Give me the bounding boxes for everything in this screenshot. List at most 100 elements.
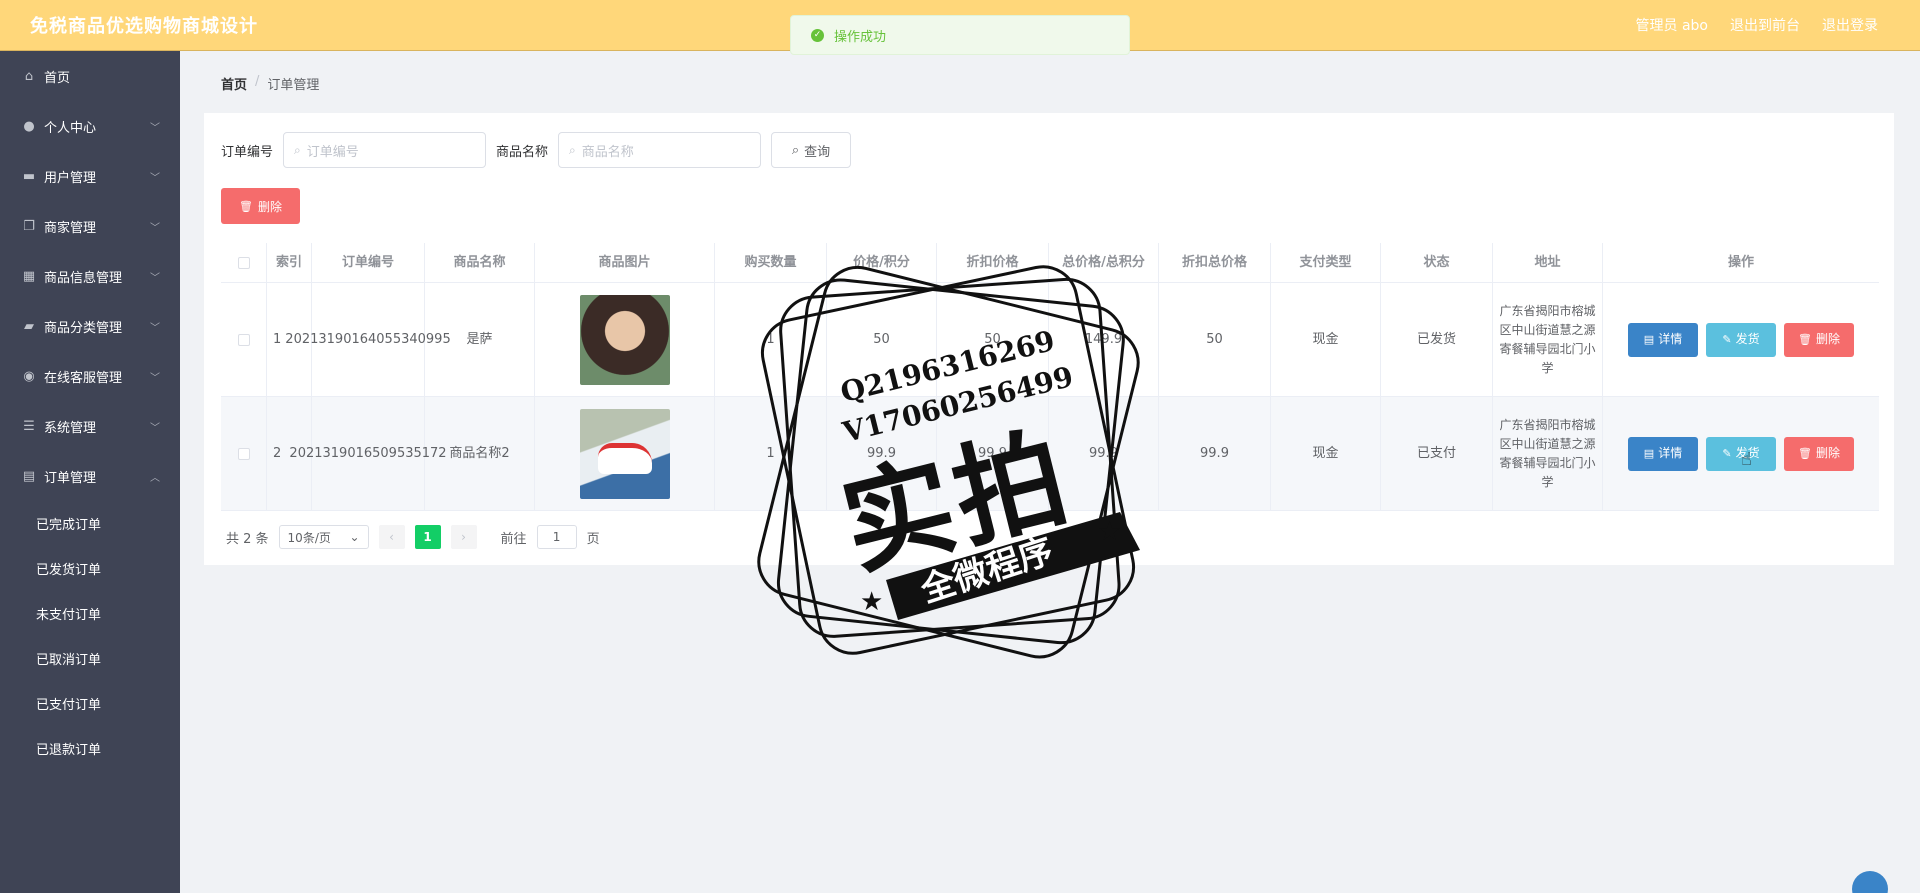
trash-icon: 🗑	[1798, 447, 1812, 460]
header-select-all[interactable]	[221, 243, 267, 282]
sidebar-item-home[interactable]: ⌂ 首页	[0, 51, 180, 101]
cell-goods-image	[535, 397, 715, 510]
logout-link[interactable]: 退出登录	[1822, 15, 1878, 35]
goto-suffix: 页	[586, 531, 600, 547]
sidebar-subitem-refunded-orders[interactable]: 已退款订单	[0, 726, 180, 771]
delete-button-label: 删除	[1815, 446, 1840, 460]
page-size-select[interactable]: 10条/页 ⌄	[278, 525, 369, 549]
sidebar-item-label: 首页	[44, 70, 71, 86]
goods-thumbnail	[579, 408, 670, 499]
sidebar-item-customer-service[interactable]: ◉ 在线客服管理 ﹀	[0, 351, 180, 401]
table-row: 2 2021319016509535172 商品名称2 1 99.9 99.9 …	[221, 397, 1879, 511]
row-select[interactable]	[221, 283, 267, 396]
sidebar-item-label: 在线客服管理	[44, 370, 123, 386]
breadcrumb-home[interactable]: 首页	[221, 74, 247, 93]
chevron-down-icon: ⌄	[349, 530, 360, 544]
pagination-total: 共 2 条	[226, 531, 269, 547]
main-panel: 订单编号 ⌕ 订单编号 商品名称 ⌕ 商品名称 ⌕ 查询 🗑 删除 索引 订单编…	[204, 113, 1894, 565]
column-header: 购买数量	[715, 243, 827, 282]
row-select[interactable]	[221, 397, 267, 510]
sidebar-item-orders[interactable]: ▤ 订单管理 ︿	[0, 451, 180, 501]
goods-name-placeholder: 商品名称	[581, 144, 634, 160]
orders-table: 索引 订单编号 商品名称 商品图片 购买数量 价格/积分 折扣价格 总价格/总积…	[221, 243, 1879, 511]
ship-button[interactable]: ✎ 发货	[1706, 322, 1776, 357]
sidebar-item-label: 用户管理	[44, 170, 97, 186]
location-icon: ◉	[23, 368, 35, 384]
chevron-down-icon: ﹀	[150, 222, 160, 234]
row-checkbox[interactable]	[237, 333, 250, 346]
briefcase-icon: ▬	[22, 168, 36, 184]
column-header: 索引	[267, 243, 312, 282]
sidebar-item-goods-info[interactable]: ▦ 商品信息管理 ﹀	[0, 251, 180, 301]
cell-pay-type: 现金	[1271, 283, 1381, 396]
column-header: 操作	[1727, 255, 1754, 270]
column-header: 订单编号	[312, 243, 425, 282]
detail-button-label: 详情	[1658, 446, 1683, 460]
order-no-placeholder: 订单编号	[306, 144, 359, 160]
pagination: 共 2 条 10条/页 ⌄ ‹ 1 › 前往 1 页	[226, 525, 600, 549]
sidebar-subitem-cancelled-orders[interactable]: 已取消订单	[0, 636, 180, 681]
detail-button[interactable]: ▤ 详情	[1628, 322, 1698, 357]
back-to-front-link[interactable]: 退出到前台	[1730, 15, 1800, 35]
page-number-active[interactable]: 1	[414, 525, 441, 549]
sidebar-subitem-shipped-orders[interactable]: 已发货订单	[0, 546, 180, 591]
ship-button-label: 发货	[1735, 332, 1760, 346]
edit-icon: ✎	[1722, 447, 1732, 460]
sidebar-subitem-completed-orders[interactable]: 已完成订单	[0, 501, 180, 546]
search-icon: ⌕	[791, 142, 800, 158]
delete-button[interactable]: 🗑 删除	[1784, 322, 1854, 357]
batch-delete-button[interactable]: 🗑 删除	[221, 188, 300, 224]
goto-page-input[interactable]: 1	[536, 525, 577, 549]
trash-icon: 🗑	[1798, 333, 1812, 346]
column-header: 地址	[1493, 243, 1603, 282]
cell-actions: ▤ 详情 ✎ 发货 🗑 删除	[1603, 283, 1879, 396]
check-circle-icon: ✓	[811, 28, 824, 42]
user-icon: ●	[23, 118, 35, 134]
cell-goods-name: 商品名称2	[425, 397, 535, 510]
column-header: 商品名称	[425, 243, 535, 282]
chevron-down-icon: ﹀	[150, 122, 160, 134]
sidebar-item-system[interactable]: ☰ 系统管理 ﹀	[0, 401, 180, 451]
grid-icon: ▦	[22, 268, 36, 284]
select-all-checkbox[interactable]	[237, 256, 250, 269]
success-toast: ✓ 操作成功	[790, 15, 1130, 55]
delete-button-label: 删除	[1815, 332, 1840, 346]
prev-page-button[interactable]: ‹	[378, 525, 405, 549]
edit-icon: ✎	[1722, 333, 1732, 346]
detail-button[interactable]: ▤ 详情	[1628, 436, 1698, 471]
floating-action-button[interactable]	[1852, 871, 1888, 893]
cell-goods-image	[535, 283, 715, 396]
goto-prefix: 前往	[500, 531, 527, 547]
clipboard-icon: ▤	[22, 468, 36, 484]
chevron-down-icon: ﹀	[150, 272, 160, 284]
sidebar-subitem-unpaid-orders[interactable]: 未支付订单	[0, 591, 180, 636]
delete-button[interactable]: 🗑 删除	[1784, 436, 1854, 471]
batch-delete-label: 删除	[257, 199, 282, 214]
sidebar-item-label: 订单管理	[44, 470, 97, 486]
cell-address: 广东省揭阳市榕城区中山街道慧之源寄餐辅导园北门小学	[1493, 397, 1603, 510]
page-size-value: 10条/页	[287, 530, 331, 545]
cell-discount-price: 99.9	[937, 397, 1049, 510]
row-checkbox[interactable]	[237, 447, 250, 460]
toast-message: 操作成功	[834, 29, 887, 45]
sidebar-item-goods-category[interactable]: ▰ 商品分类管理 ﹀	[0, 301, 180, 351]
sidebar-item-profile[interactable]: ● 个人中心 ﹀	[0, 101, 180, 151]
sidebar-item-users[interactable]: ▬ 用户管理 ﹀	[0, 151, 180, 201]
cell-address: 广东省揭阳市榕城区中山街道慧之源寄餐辅导园北门小学	[1493, 283, 1603, 396]
sidebar-subitem-paid-orders[interactable]: 已支付订单	[0, 681, 180, 726]
breadcrumb-separator: /	[255, 74, 260, 89]
column-header: 价格/积分	[827, 243, 937, 282]
order-no-label: 订单编号	[221, 144, 274, 160]
goods-name-label: 商品名称	[496, 144, 549, 160]
table-header-row: 索引 订单编号 商品名称 商品图片 购买数量 价格/积分 折扣价格 总价格/总积…	[221, 243, 1879, 283]
order-no-input[interactable]: ⌕ 订单编号	[283, 132, 487, 168]
query-button[interactable]: ⌕ 查询	[771, 132, 852, 168]
cell-status: 已发货	[1381, 283, 1493, 396]
goods-name-input[interactable]: ⌕ 商品名称	[558, 132, 762, 168]
document-icon: ▤	[1643, 333, 1655, 346]
next-page-button[interactable]: ›	[450, 525, 477, 549]
sidebar-item-label: 商品信息管理	[44, 270, 123, 286]
sidebar-item-merchants[interactable]: ❐ 商家管理 ﹀	[0, 201, 180, 251]
cell-qty: 1	[715, 283, 827, 396]
svg-text:★: ★	[860, 587, 883, 617]
